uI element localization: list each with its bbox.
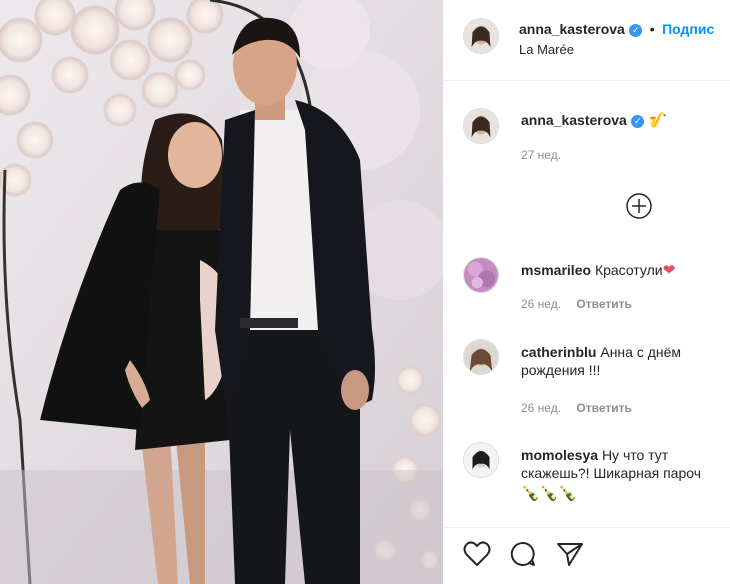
comment-item: msmarileo Красотули❤: [521, 261, 730, 279]
comment-item: catherinblu Анна с днём рождения !!!: [521, 343, 721, 379]
comment-meta: 26 нед. Ответить: [521, 401, 632, 415]
comment-text: Красотули: [594, 262, 663, 278]
champagne-emoji: 🍾🍾🍾: [521, 484, 578, 502]
plus-circle-icon[interactable]: [626, 193, 652, 219]
caption-avatar-image: [464, 109, 498, 143]
location-link[interactable]: La Marée: [519, 42, 574, 57]
verified-badge-icon: ✓: [631, 115, 645, 128]
comment-username[interactable]: momolesya: [521, 447, 598, 463]
comment-item: momolesya Ну что тут скажешь?! Шикарная …: [521, 446, 730, 510]
verified-badge-icon: ✓: [629, 24, 643, 37]
comment-avatar-image: [464, 258, 498, 292]
comment-username[interactable]: catherinblu: [521, 344, 596, 360]
comment-time[interactable]: 26 нед.: [521, 401, 561, 415]
comment-avatar-image: [464, 443, 498, 477]
caption-time[interactable]: 27 нед.: [521, 148, 561, 162]
comment-time[interactable]: 26 нед.: [521, 297, 561, 311]
photo-image: [0, 0, 443, 584]
comment-icon[interactable]: [509, 541, 537, 572]
avatar-image: [464, 19, 498, 53]
caption-username[interactable]: anna_kasterova: [521, 112, 627, 128]
header-username[interactable]: anna_kasterova: [519, 21, 625, 37]
heart-emoji: ❤: [662, 261, 676, 279]
comment-username[interactable]: msmarileo: [521, 262, 591, 278]
reply-button[interactable]: Ответить: [576, 297, 631, 311]
comment-avatar[interactable]: [463, 339, 499, 375]
post-photo[interactable]: [0, 0, 443, 584]
saxophone-emoji: 🎷: [648, 111, 668, 129]
avatar[interactable]: [463, 18, 499, 54]
follow-button[interactable]: Подпис: [662, 21, 714, 37]
header-dot-separator: •: [649, 21, 655, 37]
heart-icon[interactable]: [463, 541, 491, 572]
actions-divider: [443, 527, 730, 528]
share-icon[interactable]: [556, 541, 584, 572]
caption-row: anna_kasterova ✓ 🎷: [521, 111, 667, 130]
caption-avatar[interactable]: [463, 108, 499, 144]
comment-avatar[interactable]: [463, 257, 499, 293]
header-username-row: anna_kasterova ✓ • Подпис: [519, 21, 714, 39]
comment-avatar[interactable]: [463, 442, 499, 478]
post-panel: anna_kasterova ✓ • Подпис La Marée anna_…: [443, 0, 730, 584]
comment-meta: 26 нед. Ответить: [521, 297, 632, 311]
reply-button[interactable]: Ответить: [576, 401, 631, 415]
header-divider: [443, 80, 730, 81]
comment-avatar-image: [464, 340, 498, 374]
